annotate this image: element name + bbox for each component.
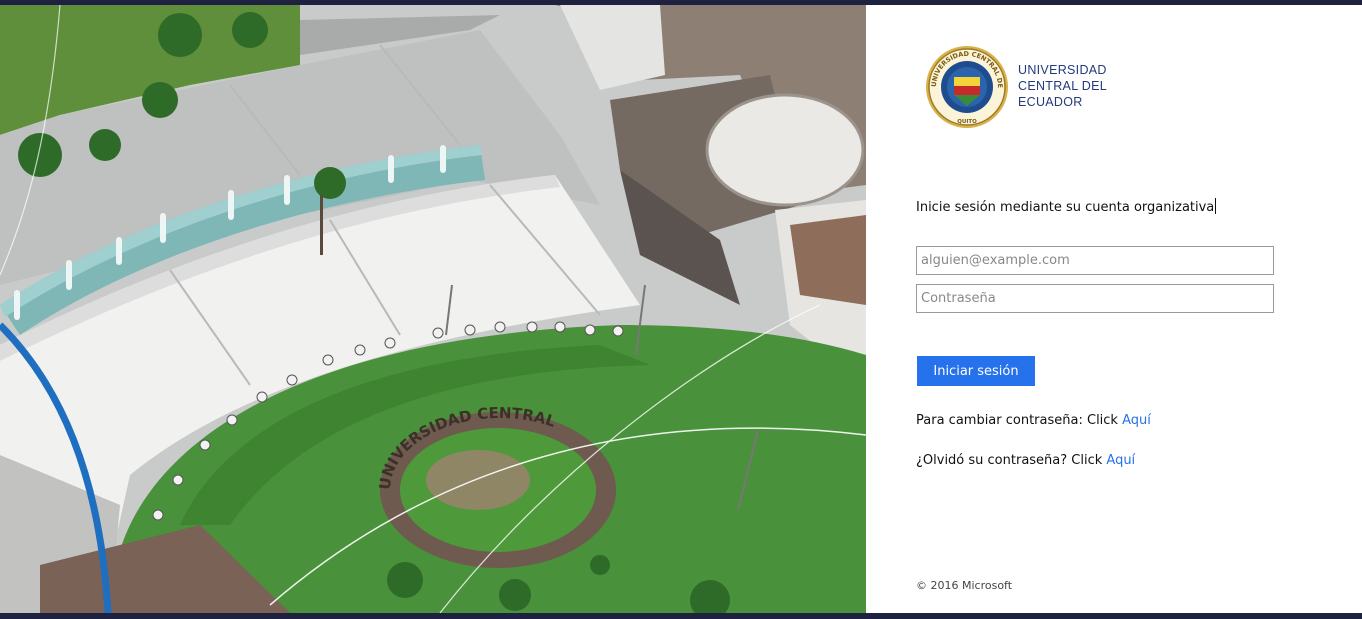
signin-button[interactable]: Iniciar sesión bbox=[917, 356, 1035, 386]
bottom-bar bbox=[0, 613, 1362, 619]
forgot-password-link[interactable]: Aquí bbox=[1106, 453, 1135, 468]
university-name-line-2: CENTRAL DEL bbox=[1018, 79, 1107, 93]
forgot-password-text: ¿Olvidó su contraseña? Click bbox=[916, 453, 1107, 468]
university-name-line-3: ECUADOR bbox=[1018, 95, 1083, 109]
svg-text:QUITO: QUITO bbox=[957, 119, 977, 125]
login-panel: UNIVERSIDAD CENTRAL DEL ECUADOR QUITO UN… bbox=[866, 5, 1362, 613]
change-password-link[interactable]: Aquí bbox=[1122, 413, 1151, 428]
password-field[interactable] bbox=[916, 284, 1274, 313]
university-seal-logo: UNIVERSIDAD CENTRAL DEL ECUADOR QUITO bbox=[921, 38, 1010, 130]
signin-prompt-text: Inicie sesión mediante su cuenta organiz… bbox=[916, 200, 1215, 215]
text-cursor bbox=[1215, 198, 1217, 214]
change-password-line: Para cambiar contraseña: Click Aquí bbox=[916, 413, 1151, 428]
university-name-line-1: UNIVERSIDAD bbox=[1018, 63, 1107, 77]
copyright-footer: © 2016 Microsoft bbox=[916, 579, 1013, 592]
campus-aerial-photo: UNIVERSIDAD CENTRAL bbox=[0, 5, 866, 613]
university-name: UNIVERSIDAD CENTRAL DEL ECUADOR bbox=[1018, 62, 1107, 110]
signin-prompt: Inicie sesión mediante su cuenta organiz… bbox=[916, 198, 1217, 215]
email-field[interactable] bbox=[916, 246, 1274, 275]
forgot-password-line: ¿Olvidó su contraseña? Click Aquí bbox=[916, 453, 1135, 468]
change-password-text: Para cambiar contraseña: Click bbox=[916, 413, 1123, 428]
